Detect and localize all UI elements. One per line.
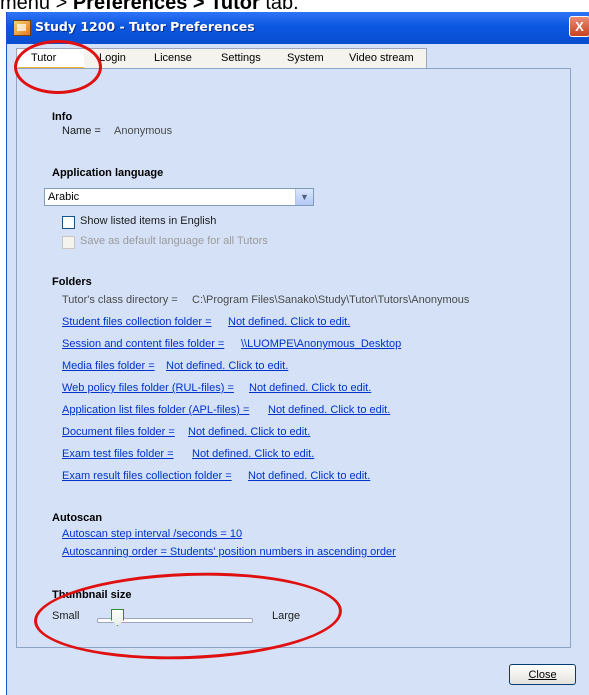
web-policy-folder-value[interactable]: Not defined. Click to edit. [249, 382, 371, 394]
session-content-folder-value[interactable]: \\LUOMPE\Anonymous_Desktop [241, 338, 401, 350]
student-files-folder-link[interactable]: Student files collection folder = [62, 316, 212, 328]
tab-video-stream[interactable]: Video stream [349, 52, 414, 64]
chevron-down-icon[interactable]: ▼ [295, 189, 313, 205]
save-default-label: Save as default language for all Tutors [80, 235, 268, 247]
close-button[interactable]: Close [509, 664, 576, 685]
exam-result-folder-value[interactable]: Not defined. Click to edit. [248, 470, 370, 482]
document-files-folder-value[interactable]: Not defined. Click to edit. [188, 426, 310, 438]
tab-system[interactable]: System [287, 52, 324, 64]
class-directory-label: Tutor's class directory = [62, 294, 178, 306]
application-list-folder-link[interactable]: Application list files folder (APL-files… [62, 404, 249, 416]
tutor-tab-annotation-ring [14, 40, 102, 94]
tutor-tab-panel [16, 68, 571, 648]
language-select-value: Arabic [48, 191, 80, 203]
title-bar[interactable]: Study 1200 - Tutor Preferences X [7, 12, 589, 44]
class-directory-value: C:\Program Files\Sanako\Study\Tutor\Tuto… [192, 294, 470, 306]
media-files-folder-link[interactable]: Media files folder = [62, 360, 155, 372]
app-icon [13, 20, 31, 36]
exam-test-folder-value[interactable]: Not defined. Click to edit. [192, 448, 314, 460]
application-list-folder-value[interactable]: Not defined. Click to edit. [268, 404, 390, 416]
show-english-label: Show listed items in English [80, 215, 217, 227]
tab-license[interactable]: License [154, 52, 192, 64]
tab-settings[interactable]: Settings [221, 52, 261, 64]
save-default-checkbox [62, 236, 75, 249]
session-content-folder-link[interactable]: Session and content files folder = [62, 338, 224, 350]
exam-test-folder-link[interactable]: Exam test files folder = [62, 448, 174, 460]
exam-result-folder-link[interactable]: Exam result files collection folder = [62, 470, 232, 482]
language-heading: Application language [52, 167, 164, 179]
show-english-checkbox[interactable] [62, 216, 75, 229]
student-files-folder-value[interactable]: Not defined. Click to edit. [228, 316, 350, 328]
name-value: Anonymous [114, 125, 173, 137]
media-files-folder-value[interactable]: Not defined. Click to edit. [166, 360, 288, 372]
tab-login[interactable]: Login [99, 52, 126, 64]
autoscan-order-link[interactable]: Autoscanning order = Students' position … [62, 546, 396, 558]
autoscan-interval-link[interactable]: Autoscan step interval /seconds = 10 [62, 528, 242, 540]
folders-heading: Folders [52, 276, 92, 288]
document-files-folder-link[interactable]: Document files folder = [62, 426, 175, 438]
web-policy-folder-link[interactable]: Web policy files folder (RUL-files) = [62, 382, 234, 394]
autoscan-heading: Autoscan [52, 512, 103, 524]
language-select[interactable]: Arabic ▼ [44, 188, 314, 206]
close-button-label: Close [528, 669, 557, 681]
window-title: Study 1200 - Tutor Preferences [35, 19, 255, 34]
name-label: Name = [62, 125, 101, 137]
info-heading: Info [52, 111, 73, 123]
window-close-button[interactable]: X [569, 16, 589, 37]
